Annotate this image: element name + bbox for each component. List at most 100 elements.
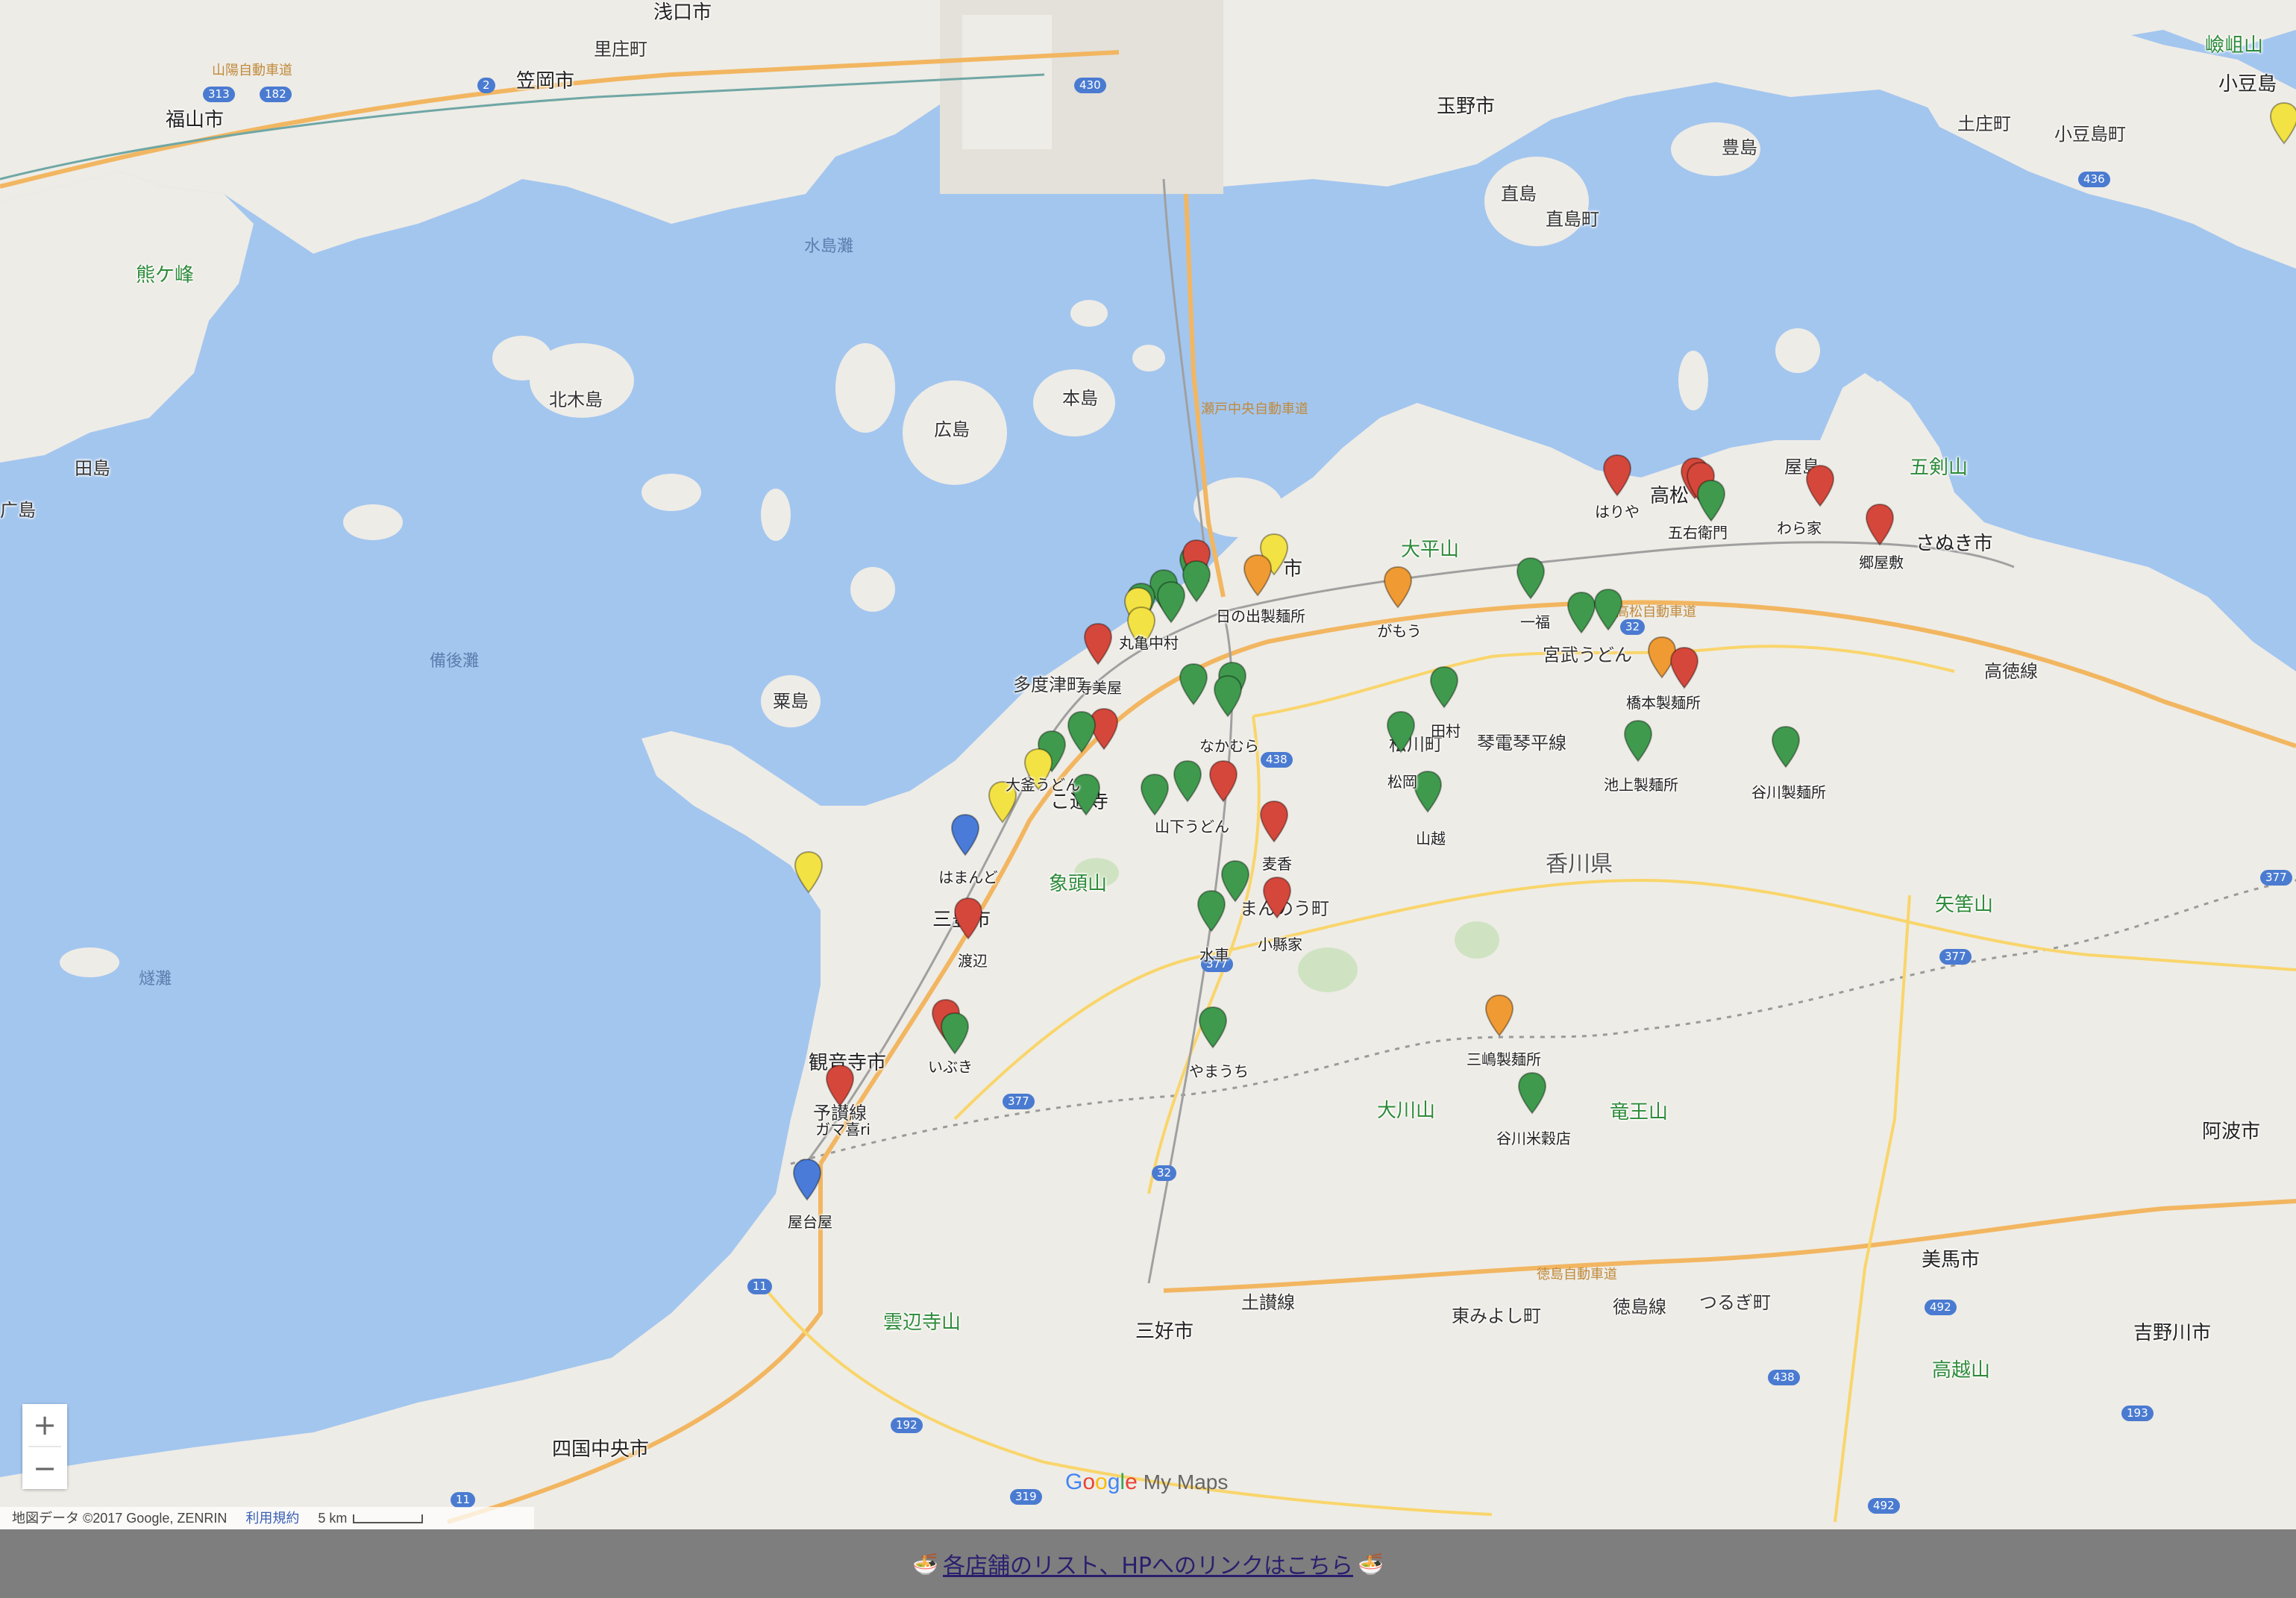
route-shield-icon: 436 — [2078, 172, 2110, 187]
map-pin-green-icon[interactable] — [1156, 580, 1186, 624]
zoom-out-button[interactable]: − — [22, 1447, 67, 1489]
shop-name-label[interactable]: 山越 — [1416, 831, 1446, 846]
shop-name-label[interactable]: 松岡 — [1387, 774, 1417, 789]
map-pin-red-icon[interactable] — [825, 1064, 855, 1107]
place-label: 三好市 — [1135, 1320, 1194, 1343]
map-pin-orange-icon[interactable] — [1383, 565, 1413, 609]
shop-name-label[interactable]: ガマ喜ri — [815, 1122, 871, 1137]
noodle-bowl-icon: 🍜 — [912, 1551, 938, 1576]
route-shield-icon: 319 — [1010, 1489, 1042, 1505]
my-maps-text: My Maps — [1143, 1470, 1229, 1494]
shop-name-label[interactable]: 寿美屋 — [1077, 680, 1122, 695]
shop-name-label[interactable]: いぶき — [928, 1059, 973, 1074]
route-shield-icon: 11 — [747, 1279, 773, 1294]
map-pin-green-icon[interactable] — [1140, 773, 1170, 816]
shop-name-label[interactable]: 谷川製麺所 — [1751, 785, 1826, 800]
shop-name-label[interactable]: 麦香 — [1262, 856, 1292, 871]
shop-name-label[interactable]: 水車 — [1199, 947, 1229, 962]
map-pin-green-icon[interactable] — [1566, 591, 1596, 634]
shop-name-label[interactable]: 屋台屋 — [788, 1215, 832, 1229]
place-label: 東みよし町 — [1452, 1306, 1541, 1326]
shop-name-label[interactable]: 三嶋製麺所 — [1467, 1052, 1541, 1067]
zoom-in-button[interactable]: + — [22, 1404, 67, 1446]
map-pin-red-icon[interactable] — [1865, 503, 1895, 546]
shop-name-label[interactable]: はりや — [1595, 504, 1640, 519]
place-label: 福山市 — [166, 109, 225, 131]
route-shield-icon: 32 — [1152, 1165, 1177, 1181]
place-label: 四国中央市 — [552, 1438, 650, 1461]
shop-name-label[interactable]: 渡辺 — [958, 953, 988, 968]
logo-letter-g2: g — [1107, 1470, 1120, 1494]
map-pin-red-icon[interactable] — [1083, 622, 1113, 665]
place-label: 矢筈山 — [1935, 894, 1994, 916]
route-shield-icon: 182 — [260, 87, 292, 102]
map-pin-green-icon[interactable] — [1593, 588, 1623, 631]
map-pin-green-icon[interactable] — [1179, 662, 1208, 706]
map-pin-green-icon[interactable] — [1173, 759, 1202, 803]
route-shield-icon: 492 — [1925, 1300, 1957, 1315]
shop-name-label[interactable]: 郷屋敷 — [1859, 555, 1904, 570]
shop-name-label[interactable]: 田村 — [1431, 724, 1461, 739]
shop-name-label[interactable]: がもう — [1377, 624, 1421, 639]
shop-name-label[interactable]: 山下うどん — [1155, 819, 1229, 834]
map-canvas[interactable]: 浅口市 里庄町 笠岡市 福山市 山陽自動車道 熊ケ峰 水島灘 北木島 田島 广島 広島 本島 備後灘 粟島… — [0, 0, 2296, 1529]
shop-name-label[interactable]: 日の出製麺所 — [1216, 609, 1305, 624]
map-data-credit: 地図データ ©2017 Google, ZENRIN — [12, 1511, 228, 1526]
map-pin-red-icon[interactable] — [1602, 454, 1632, 497]
place-label: 五剣山 — [1910, 457, 1969, 479]
map-pin-green-icon[interactable] — [1623, 719, 1653, 762]
shop-name-label[interactable]: やまうち — [1189, 1064, 1249, 1079]
terms-link[interactable]: 利用規約 — [245, 1511, 299, 1526]
shop-name-label[interactable]: 小縣家 — [1258, 937, 1302, 952]
map-pin-green-icon[interactable] — [1213, 674, 1243, 718]
map-pin-green-icon[interactable] — [1386, 710, 1416, 753]
place-label: 小豆島 — [2218, 73, 2277, 95]
place-label: 琴電琴平線 — [1477, 733, 1566, 753]
shop-name-label[interactable]: なかむら — [1199, 739, 1259, 753]
map-pin-green-icon[interactable] — [1771, 725, 1801, 768]
map-pin-green-icon[interactable] — [1517, 1071, 1547, 1115]
shop-name-label[interactable]: 五右衛門 — [1668, 525, 1728, 540]
place-label: 広島 — [934, 419, 970, 440]
scale-bar — [353, 1514, 424, 1524]
shop-list-link[interactable]: 各店舗のリスト、HPへのリンクはこちら — [943, 1547, 1353, 1580]
shop-name-label[interactable]: はまんど — [938, 870, 997, 885]
map-pin-red-icon[interactable] — [1669, 646, 1699, 689]
shop-name-label[interactable]: 池上製麺所 — [1604, 777, 1678, 792]
shop-name-label[interactable]: 一福 — [1520, 615, 1550, 630]
map-pin-green-icon[interactable] — [1067, 710, 1097, 753]
shop-name-label[interactable]: 谷川米穀店 — [1496, 1131, 1571, 1146]
place-label: 高松自動車道 — [1616, 604, 1696, 620]
map-pin-blue-icon[interactable] — [792, 1158, 822, 1201]
map-pin-blue-icon[interactable] — [950, 813, 980, 856]
map-pin-green-icon[interactable] — [1516, 557, 1546, 600]
map-pin-red-icon[interactable] — [1208, 759, 1238, 803]
logo-letter-e: e — [1125, 1470, 1138, 1494]
map-pin-green-icon[interactable] — [1198, 1006, 1228, 1049]
map-pin-green-icon[interactable] — [940, 1012, 970, 1055]
map-pin-red-icon[interactable] — [1805, 464, 1835, 507]
map-pin-yellow-icon[interactable] — [2269, 101, 2296, 145]
place-label: 直島町 — [1546, 209, 1599, 230]
route-shield-icon: 492 — [1868, 1498, 1900, 1514]
shop-name-label[interactable]: わら家 — [1777, 521, 1822, 536]
map-pin-orange-icon[interactable] — [1484, 994, 1514, 1037]
route-shield-icon: 11 — [451, 1492, 476, 1508]
map-pin-red-icon[interactable] — [953, 897, 983, 940]
route-shield-icon: 192 — [891, 1417, 923, 1433]
scale-label: 5 km — [318, 1511, 348, 1526]
map-pin-yellow-icon[interactable] — [794, 850, 824, 894]
map-pin-orange-icon[interactable] — [1243, 554, 1273, 597]
place-label: 吉野川市 — [2133, 1322, 2212, 1344]
place-label: 竜王山 — [1610, 1101, 1669, 1124]
shop-name-label[interactable]: 丸亀中村 — [1119, 636, 1179, 651]
map-pin-green-icon[interactable] — [1182, 560, 1211, 603]
shop-name-label[interactable]: 大釜うどん — [1006, 777, 1080, 792]
map-pin-green-icon[interactable] — [1429, 665, 1459, 709]
map-pin-red-icon[interactable] — [1262, 876, 1292, 919]
map-pin-green-icon[interactable] — [1696, 479, 1726, 522]
map-pin-green-icon[interactable] — [1196, 889, 1226, 933]
map-pin-red-icon[interactable] — [1259, 800, 1289, 843]
shop-name-label[interactable]: 橋本製麺所 — [1626, 695, 1701, 710]
map-pin-green-icon[interactable] — [1413, 770, 1443, 813]
